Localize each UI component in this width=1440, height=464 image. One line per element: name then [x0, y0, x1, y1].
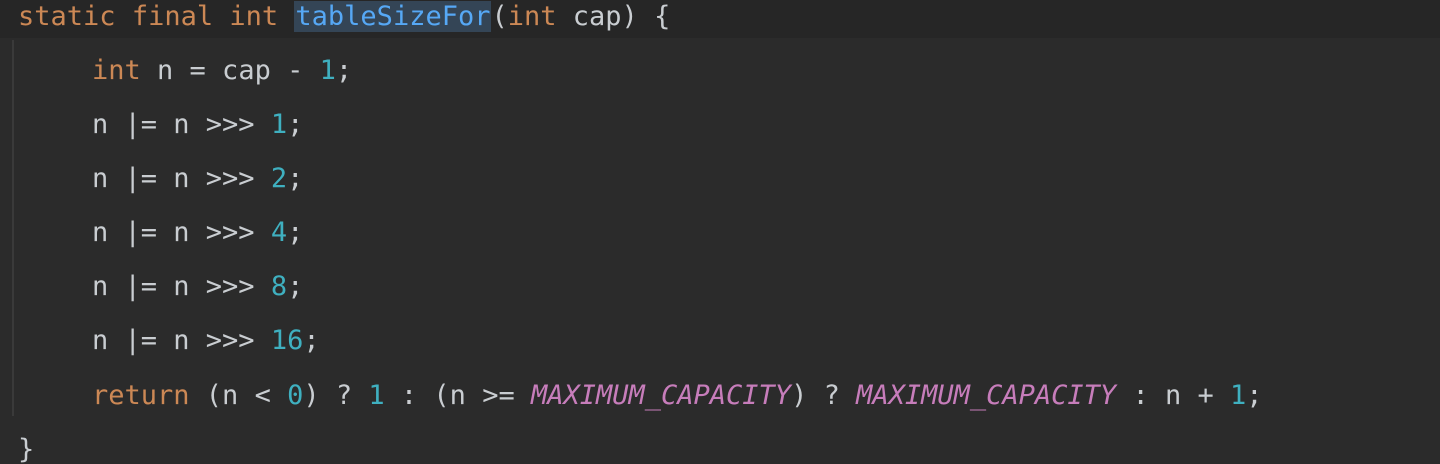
code-line-shift-2[interactable]: n |= n >>> 2; [18, 159, 303, 199]
code-line-signature[interactable]: static final int tableSizeFor(int cap) { [18, 0, 670, 37]
semicolon: ; [335, 55, 353, 86]
semicolon: ; [303, 325, 320, 356]
keyword-static: static [18, 1, 116, 32]
number-literal: 1 [270, 109, 288, 140]
code-editor[interactable]: static final int tableSizeFor(int cap) {… [0, 0, 1440, 464]
code-line-shift-8[interactable]: n |= n >>> 8; [18, 267, 303, 307]
code-line-return[interactable]: return (n < 0) ? 1 : (n >= MAXIMUM_CAPAC… [18, 376, 1263, 416]
code-text: ) ? [303, 380, 369, 411]
method-name-highlighted[interactable]: tableSizeFor [294, 1, 492, 32]
keyword-int: int [229, 1, 279, 32]
code-text: (n < [189, 380, 288, 411]
code-text: n |= n >>> [92, 109, 271, 140]
number-literal: 2 [270, 163, 288, 194]
closing-brace: } [18, 434, 35, 464]
constant-maximum-capacity: MAXIMUM_CAPACITY [856, 380, 1117, 411]
keyword-int: int [92, 55, 141, 86]
constant-maximum-capacity: MAXIMUM_CAPACITY [530, 380, 792, 411]
semicolon: ; [287, 271, 304, 302]
number-literal: 1 [319, 55, 336, 86]
number-literal: 1 [368, 380, 385, 411]
number-literal: 4 [270, 217, 288, 248]
number-literal: 0 [287, 380, 304, 411]
indent-guide [12, 40, 14, 416]
code-text: n |= n >>> [92, 271, 271, 302]
number-literal: 16 [270, 325, 304, 356]
open-paren: ( [491, 1, 508, 32]
keyword-final: final [131, 1, 214, 32]
number-literal: 8 [270, 271, 288, 302]
keyword-return: return [92, 380, 190, 411]
semicolon: ; [287, 163, 304, 194]
code-text: n = cap - [140, 55, 320, 86]
code-line-shift-16[interactable]: n |= n >>> 16; [18, 321, 320, 361]
code-line-int-n[interactable]: int n = cap - 1; [18, 51, 352, 91]
semicolon: ; [287, 217, 304, 248]
code-line-shift-1[interactable]: n |= n >>> 1; [18, 105, 303, 145]
param-rest: cap) { [556, 1, 671, 32]
code-text: n |= n >>> [92, 163, 271, 194]
code-text: ) ? [791, 380, 857, 411]
code-text: : n + [1116, 380, 1230, 411]
semicolon: ; [287, 109, 304, 140]
code-line-shift-4[interactable]: n |= n >>> 4; [18, 213, 303, 253]
number-literal: 1 [1229, 380, 1247, 411]
code-text: n |= n >>> [92, 217, 271, 248]
semicolon: ; [1246, 380, 1263, 411]
code-text: n |= n >>> [92, 325, 271, 356]
code-text: : (n >= [384, 380, 531, 411]
code-line-closing-brace[interactable]: } [18, 430, 34, 464]
param-type: int [507, 1, 557, 32]
